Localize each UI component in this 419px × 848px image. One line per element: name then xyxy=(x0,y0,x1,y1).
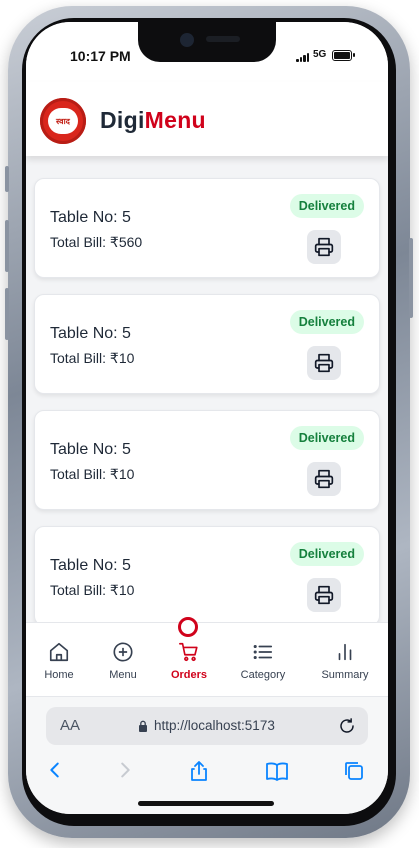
address-bar[interactable]: AA http://localhost:5173 xyxy=(46,707,368,745)
total-bill: Total Bill: ₹10 xyxy=(50,582,135,598)
earpiece-speaker xyxy=(206,36,240,42)
browser-toolbar: AA http://localhost:5173 xyxy=(26,696,388,814)
nav-orders-label: Orders xyxy=(170,669,208,681)
power-button xyxy=(409,238,413,318)
nav-menu-label: Menu xyxy=(109,669,137,681)
forward-icon[interactable] xyxy=(114,759,136,781)
brand-title-menu: Menu xyxy=(144,107,206,133)
nav-home-label: Home xyxy=(44,669,74,681)
mute-switch xyxy=(5,166,9,192)
print-button[interactable] xyxy=(307,578,341,612)
nav-menu[interactable]: Menu xyxy=(90,641,156,681)
printer-icon xyxy=(314,353,334,373)
phone-screen: 10:17 PM 5G स्वाद DigiMenu Table No: 5 T… xyxy=(26,22,388,814)
nav-category-label: Category xyxy=(240,669,286,681)
nav-home[interactable]: Home xyxy=(26,641,92,681)
reload-icon[interactable] xyxy=(338,716,356,736)
nav-summary-label: Summary xyxy=(321,669,369,681)
volume-up-button xyxy=(5,220,9,272)
text-size-label: AA xyxy=(60,717,81,734)
volume-down-button xyxy=(5,288,9,340)
status-time: 10:17 PM xyxy=(70,48,131,64)
print-button[interactable] xyxy=(307,462,341,496)
print-button[interactable] xyxy=(307,230,341,264)
plus-circle-icon xyxy=(113,642,133,662)
notch xyxy=(138,22,276,62)
network-type: 5G xyxy=(313,49,327,60)
status-badge: Delivered xyxy=(289,426,364,450)
app-header: स्वाद DigiMenu xyxy=(26,82,388,156)
front-camera xyxy=(180,33,194,47)
lock-icon xyxy=(139,720,147,732)
table-number: Table No: 5 xyxy=(50,209,131,226)
bottom-nav: Home Menu Orders Category Summary xyxy=(26,617,388,697)
nav-category[interactable]: Category xyxy=(230,641,296,681)
home-icon xyxy=(49,642,69,662)
text-size-button[interactable]: AA xyxy=(60,717,80,734)
status-badge: Delivered xyxy=(289,542,364,566)
brand-title: DigiMenu xyxy=(100,107,206,134)
bar-chart-icon xyxy=(338,643,352,661)
bookmarks-icon[interactable] xyxy=(264,759,290,783)
restaurant-logo[interactable]: स्वाद xyxy=(40,98,86,144)
cart-indicator-icon xyxy=(178,617,198,637)
nav-summary[interactable]: Summary xyxy=(312,641,378,681)
nav-orders[interactable]: Orders xyxy=(156,641,222,681)
tabs-icon[interactable] xyxy=(342,759,366,783)
cart-icon xyxy=(179,642,198,662)
brand-title-digi: Digi xyxy=(100,107,145,133)
printer-icon xyxy=(314,469,334,489)
total-bill: Total Bill: ₹560 xyxy=(50,234,143,250)
order-card[interactable]: Table No: 5 Total Bill: ₹10 Delivered xyxy=(34,294,380,394)
print-button[interactable] xyxy=(307,346,341,380)
printer-icon xyxy=(314,237,334,257)
logo-text: स्वाद xyxy=(48,108,78,134)
total-bill: Total Bill: ₹10 xyxy=(50,466,135,482)
order-list: Table No: 5 Total Bill: ₹560 Delivered T… xyxy=(26,156,388,622)
order-card[interactable]: Table No: 5 Total Bill: ₹560 Delivered xyxy=(34,178,380,278)
table-number: Table No: 5 xyxy=(50,325,131,342)
printer-icon xyxy=(314,585,334,605)
share-icon[interactable] xyxy=(187,759,211,783)
list-icon xyxy=(253,644,273,660)
status-badge: Delivered xyxy=(289,194,364,218)
table-number: Table No: 5 xyxy=(50,441,131,458)
status-badge: Delivered xyxy=(289,310,364,334)
total-bill: Total Bill: ₹10 xyxy=(50,350,135,366)
url-text: http://localhost:5173 xyxy=(154,718,275,733)
order-card[interactable]: Table No: 5 Total Bill: ₹10 Delivered xyxy=(34,526,380,622)
signal-icon xyxy=(296,52,310,62)
back-icon[interactable] xyxy=(44,759,66,781)
home-indicator xyxy=(138,801,274,806)
battery-icon xyxy=(332,50,355,61)
order-card[interactable]: Table No: 5 Total Bill: ₹10 Delivered xyxy=(34,410,380,510)
table-number: Table No: 5 xyxy=(50,557,131,574)
